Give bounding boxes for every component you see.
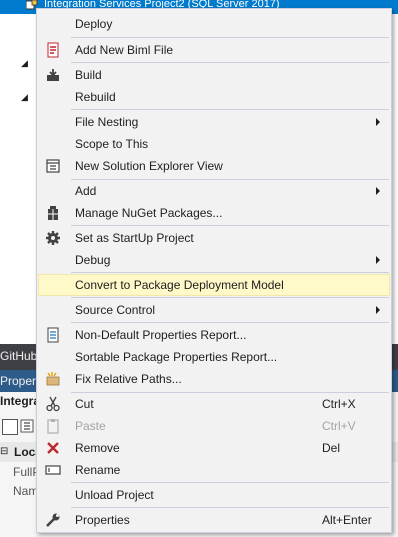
menu-item-source-control[interactable]: Source Control [38, 299, 390, 321]
menu-item-debug[interactable]: Debug [38, 249, 390, 271]
menu-separator [71, 507, 389, 508]
menu-item-label: Convert to Package Deployment Model [75, 278, 284, 292]
menu-item-label: Add New Biml File [75, 43, 174, 57]
menu-item-label: Manage NuGet Packages... [75, 206, 223, 220]
menu-item-label: Source Control [75, 303, 156, 317]
menu-separator [71, 322, 389, 323]
paste-icon [47, 419, 59, 434]
menu-item-sortable-package-properties-report[interactable]: Sortable Package Properties Report... [38, 346, 390, 368]
menu-item-convert-to-package-deployment-model[interactable]: Convert to Package Deployment Model [38, 274, 390, 296]
menu-item-remove[interactable]: Remove Del [38, 437, 390, 459]
collapse-icon[interactable]: ⊟ [0, 446, 8, 457]
menu-item-label: Non-Default Properties Report... [75, 328, 247, 342]
remove-x-icon [47, 442, 59, 454]
menu-item-label: Build [75, 68, 102, 82]
menu-item-label: Debug [75, 253, 111, 267]
menu-item-add[interactable]: Add [38, 180, 390, 202]
expand-arrow-icon[interactable]: ◢ [21, 92, 28, 103]
menu-item-cut[interactable]: Cut Ctrl+X [38, 393, 390, 415]
menu-item-rename[interactable]: Rename [38, 459, 390, 481]
menu-separator [71, 225, 389, 226]
menu-item-label: Set as StartUp Project [75, 231, 194, 245]
submenu-arrow-icon [376, 256, 380, 264]
menu-item-label: Sortable Package Properties Report... [75, 350, 278, 364]
properties-toolbar [0, 417, 36, 437]
menu-separator [71, 482, 389, 483]
menu-item-label: Rename [75, 463, 121, 477]
gear-icon [46, 231, 60, 245]
menu-item-label: Unload Project [75, 488, 154, 502]
report-icon [47, 327, 59, 343]
submenu-arrow-icon [376, 187, 380, 195]
menu-item-properties[interactable]: Properties Alt+Enter [38, 509, 390, 531]
menu-item-deploy[interactable]: Deploy [38, 13, 390, 35]
build-icon [47, 69, 59, 81]
menu-item-label: Scope to This [75, 137, 149, 151]
menu-item-set-as-startup-project[interactable]: Set as StartUp Project [38, 227, 390, 249]
menu-item-label: Remove [75, 441, 120, 455]
menu-item-label: File Nesting [75, 115, 139, 129]
menu-item-label: Add [75, 184, 97, 198]
menu-item-label: Paste [75, 419, 106, 433]
alphabetical-icon[interactable] [20, 419, 34, 433]
menu-item-manage-nuget-packages[interactable]: Manage NuGet Packages... [38, 202, 390, 224]
menu-item-label: Properties [75, 513, 130, 527]
menu-separator [71, 62, 389, 63]
menu-item-scope-to-this[interactable]: Scope to This [38, 133, 390, 155]
rename-icon [45, 465, 61, 475]
categorized-icon[interactable] [2, 419, 18, 435]
menu-item-shortcut: Del [322, 441, 341, 455]
menu-item-add-new-biml-file[interactable]: Add New Biml File [38, 39, 390, 61]
project-context-menu: Deploy Add New Biml File Build Rebuild F… [36, 8, 392, 533]
menu-item-label: Deploy [75, 17, 113, 31]
menu-item-paste[interactable]: Paste Ctrl+V [38, 415, 390, 437]
menu-item-label: Fix Relative Paths... [75, 372, 182, 386]
wrench-icon [46, 513, 60, 527]
scissors-icon [46, 396, 60, 412]
menu-item-build[interactable]: Build [38, 64, 390, 86]
menu-item-shortcut: Ctrl+V [322, 419, 356, 433]
fix-paths-icon [46, 372, 60, 386]
menu-item-unload-project[interactable]: Unload Project [38, 484, 390, 506]
biml-file-icon [47, 42, 59, 58]
expand-arrow-icon[interactable]: ◢ [21, 58, 28, 69]
submenu-arrow-icon [376, 306, 380, 314]
github-tab[interactable]: GitHub [0, 349, 37, 363]
menu-item-label: Rebuild [75, 90, 116, 104]
menu-item-new-solution-explorer-view[interactable]: New Solution Explorer View [38, 155, 390, 177]
menu-item-non-default-properties-report[interactable]: Non-Default Properties Report... [38, 324, 390, 346]
menu-item-label: Cut [75, 397, 94, 411]
menu-item-rebuild[interactable]: Rebuild [38, 86, 390, 108]
submenu-arrow-icon [376, 118, 380, 126]
menu-item-fix-relative-paths[interactable]: Fix Relative Paths... [38, 368, 390, 390]
menu-separator [71, 37, 389, 38]
menu-item-shortcut: Alt+Enter [322, 513, 372, 527]
solution-explorer-view-icon [46, 159, 60, 173]
menu-separator [71, 272, 389, 273]
menu-item-shortcut: Ctrl+X [322, 397, 356, 411]
menu-item-file-nesting[interactable]: File Nesting [38, 111, 390, 133]
menu-item-label: New Solution Explorer View [75, 159, 223, 173]
menu-separator [71, 297, 389, 298]
menu-separator [71, 109, 389, 110]
nuget-package-icon [48, 206, 58, 220]
